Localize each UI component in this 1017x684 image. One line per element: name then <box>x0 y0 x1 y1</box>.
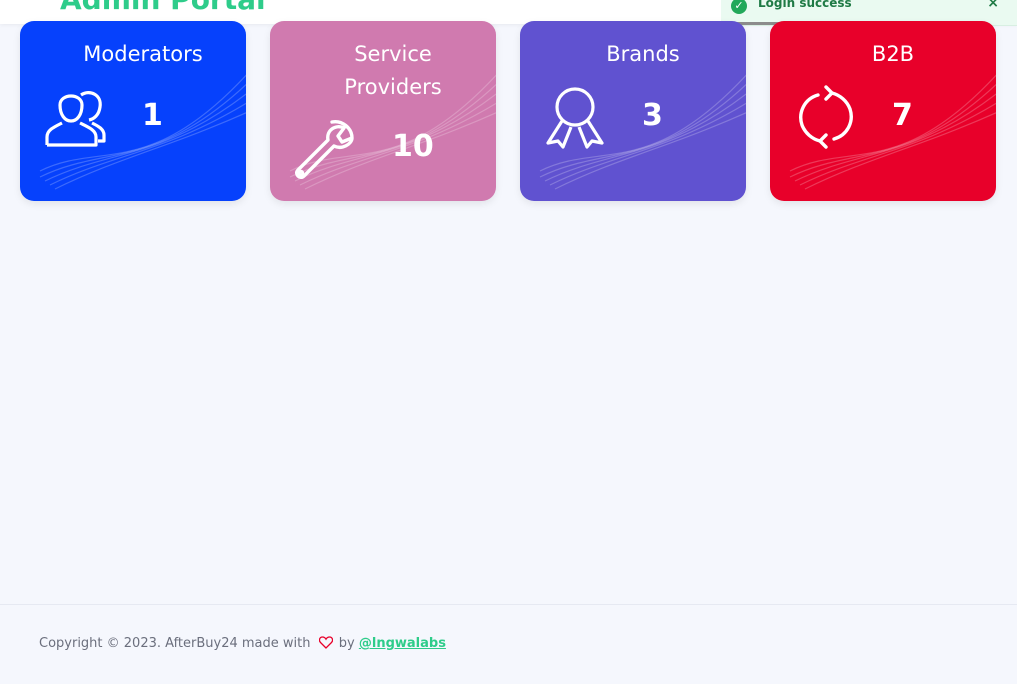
b2b-title: B2B <box>871 42 915 66</box>
brands-title: Brands <box>606 42 680 66</box>
footer: Copyright © 2023. AfterBuy24 made with b… <box>0 604 1017 684</box>
award-icon <box>546 87 604 149</box>
service-providers-card[interactable]: Service Providers 10 <box>270 21 496 201</box>
service-providers-count: 10 <box>392 129 434 164</box>
brands-count: 3 <box>642 98 663 133</box>
b2b-count: 7 <box>892 98 913 133</box>
service-providers-title: Service Providers <box>344 42 442 99</box>
by-text: by <box>338 636 355 651</box>
moderators-title: Moderators <box>83 42 203 66</box>
refresh-icon <box>799 85 853 149</box>
wrench-icon <box>295 120 354 179</box>
heart-icon <box>318 636 333 649</box>
copyright-text: Copyright © 2023. AfterBuy24 made with <box>39 636 311 651</box>
ingwalabs-link[interactable]: @lngwalabs <box>359 636 446 651</box>
footer-text: Copyright © 2023. AfterBuy24 made with b… <box>39 636 446 651</box>
check-circle-icon: ✓ <box>731 0 747 14</box>
toast-message: Login success <box>758 0 852 10</box>
hamburger-icon[interactable] <box>26 0 48 2</box>
toast-close-button[interactable]: × <box>987 0 999 11</box>
moderators-card[interactable]: Moderators 1 <box>20 21 246 201</box>
app-title: Admin Portal <box>60 0 266 16</box>
b2b-card[interactable]: B2B 7 <box>770 21 996 201</box>
users-icon <box>45 91 106 147</box>
brands-card[interactable]: Brands 3 <box>520 21 746 201</box>
moderators-count: 1 <box>142 98 163 133</box>
